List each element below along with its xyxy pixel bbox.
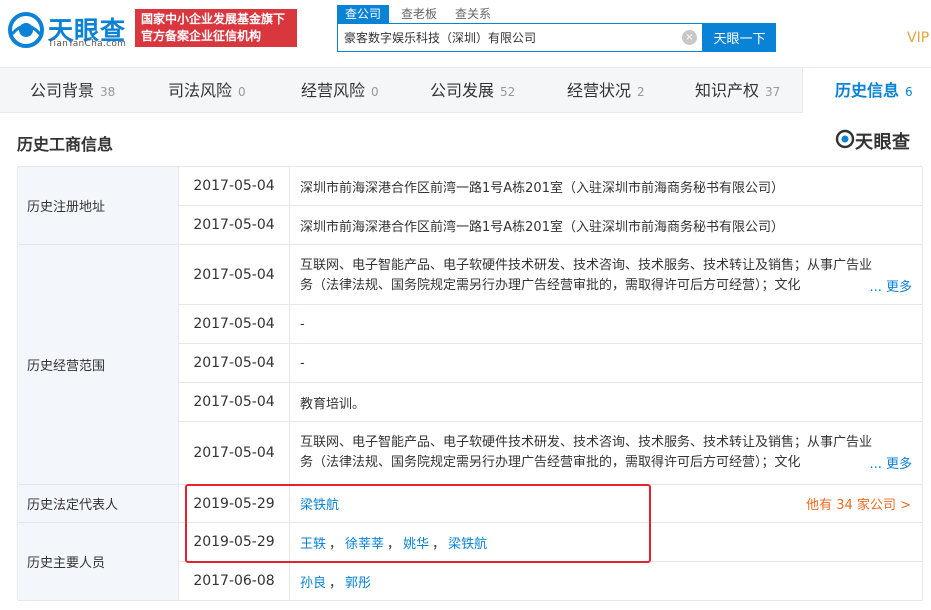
tab-label: 公司背景 [30,81,95,100]
row-value: 孙良，郭彤 [290,562,923,601]
eye-logo-icon [835,129,855,149]
tab-operating-status[interactable]: 经营状况 2 [567,68,645,113]
legal-rep-link[interactable]: 梁铁航 [300,494,339,513]
search-input[interactable] [344,24,674,51]
badge-line-1: 国家中小企业发展基金旗下 [141,12,286,26]
tab-label: 公司发展 [430,81,495,100]
tab-count: 2 [637,85,645,99]
tab-label: 历史信息 [835,81,900,100]
separator: ， [329,536,343,552]
row-value: 深圳市前海深港合作区前湾一路1号A栋201室（入驻深圳市前海商务秘书有限公司） [290,206,923,245]
fund-badge: 国家中小企业发展基金旗下 官方备案企业征信机构 [135,9,297,47]
search-box: × [337,23,703,52]
tab-label: 经营风险 [301,81,366,100]
search-tab-relation[interactable]: 查关系 [447,5,499,23]
person-link[interactable]: 孙良 [300,576,326,591]
tab-company-background[interactable]: 公司背景 38 [30,68,115,113]
row-value: 深圳市前海深港合作区前湾一路1号A栋201室（入驻深圳市前海商务秘书有限公司） [290,167,923,206]
more-link[interactable]: ... 更多 [867,453,912,472]
scope-text: 互联网、电子智能产品、电子软硬件技术研发、技术咨询、技术服务、技术转让及销售；从… [300,258,873,293]
row-date: 2017-05-04 [179,383,290,422]
eye-logo-icon [8,12,44,48]
tab-label: 经营状况 [567,81,632,100]
tab-label: 知识产权 [695,81,760,100]
scope-text: 教育培训。 [300,396,366,412]
vip-link[interactable]: VIP [907,30,929,46]
row-date: 2017-06-08 [179,562,290,601]
person-link[interactable]: 梁铁航 [448,537,487,552]
row-value: 教育培训。 [290,383,923,422]
other-companies-link[interactable]: 他有 34 家公司 > [806,485,911,522]
row-date: 2017-05-04 [179,206,290,245]
row-label-scope: 历史经营范围 [18,245,179,485]
row-value: 王轶，徐莘莘，姚华，梁铁航 [290,523,923,562]
person-link[interactable]: 徐莘莘 [345,537,384,552]
scope-text: 互联网、电子智能产品、电子软硬件技术研发、技术咨询、技术服务、技术转让及销售；从… [300,435,873,470]
row-value: 互联网、电子智能产品、电子软硬件技术研发、技术咨询、技术服务、技术转让及销售；从… [290,422,923,485]
row-date: 2017-05-04 [179,422,290,485]
tab-count: 37 [765,85,781,99]
tab-judicial-risk[interactable]: 司法风险 0 [168,68,246,113]
tab-history-info[interactable]: 历史信息 6 [802,68,931,113]
row-value: - [290,305,923,344]
person-link[interactable]: 姚华 [403,537,429,552]
row-date: 2017-05-04 [179,344,290,383]
separator: ， [329,575,343,591]
personnel-list: 孙良，郭彤 [300,572,371,591]
history-business-table: 历史注册地址 2017-05-04 深圳市前海深港合作区前湾一路1号A栋201室… [17,166,923,601]
address-text: 深圳市前海深港合作区前湾一路1号A栋201室（入驻深圳市前海商务秘书有限公司） [300,219,784,235]
more-link[interactable]: ... 更多 [867,276,912,295]
scope-text: - [300,316,305,332]
separator: ， [432,536,446,552]
company-nav-tabs: 公司背景 38 司法风险 0 经营风险 0 公司发展 52 经营状况 2 知识产权 37 历… [0,67,931,113]
person-link[interactable]: 郭彤 [345,576,371,591]
top-header: 天眼查 TianYanCha.com 国家中小企业发展基金旗下 官方备案企业征信… [0,0,931,60]
tab-count: 6 [905,85,913,99]
tab-count: 38 [100,85,116,99]
scope-text: - [300,355,305,371]
row-value: 梁铁航 他有 34 家公司 > [290,485,923,523]
logo-subtitle: TianYanCha.com [48,39,127,49]
tab-count: 0 [371,85,379,99]
clear-icon[interactable]: × [682,30,697,45]
personnel-list: 王轶，徐莘莘，姚华，梁铁航 [300,533,487,552]
row-label-legal-rep: 历史法定代表人 [18,485,179,523]
badge-line-2: 官方备案企业征信机构 [141,29,262,43]
row-date: 2019-05-29 [179,485,290,523]
search-button[interactable]: 天眼一下 [703,23,776,52]
tab-count: 52 [500,85,516,99]
tab-company-development[interactable]: 公司发展 52 [430,68,515,113]
row-value: - [290,344,923,383]
row-label-address: 历史注册地址 [18,167,179,245]
search-tab-company[interactable]: 查公司 [337,5,390,23]
row-value: 互联网、电子智能产品、电子软硬件技术研发、技术咨询、技术服务、技术转让及销售；从… [290,245,923,305]
person-link[interactable]: 王轶 [300,537,326,552]
row-label-personnel: 历史主要人员 [18,523,179,601]
search-tab-boss[interactable]: 查老板 [393,5,445,23]
row-date: 2017-05-04 [179,167,290,206]
row-date: 2017-05-04 [179,245,290,305]
tab-label: 司法风险 [168,81,233,100]
separator: ， [387,536,401,552]
row-date: 2017-05-04 [179,305,290,344]
section-title: 历史工商信息 [17,135,114,154]
tab-operating-risk[interactable]: 经营风险 0 [301,68,379,113]
brand-text: 天眼查 [855,132,911,153]
row-date: 2019-05-29 [179,523,290,562]
tab-count: 0 [238,85,246,99]
address-text: 深圳市前海深港合作区前湾一路1号A栋201室（入驻深圳市前海商务秘书有限公司） [300,180,784,196]
tab-intellectual-property[interactable]: 知识产权 37 [695,68,780,113]
tianyancha-logo[interactable]: 天眼查 TianYanCha.com [8,10,130,50]
